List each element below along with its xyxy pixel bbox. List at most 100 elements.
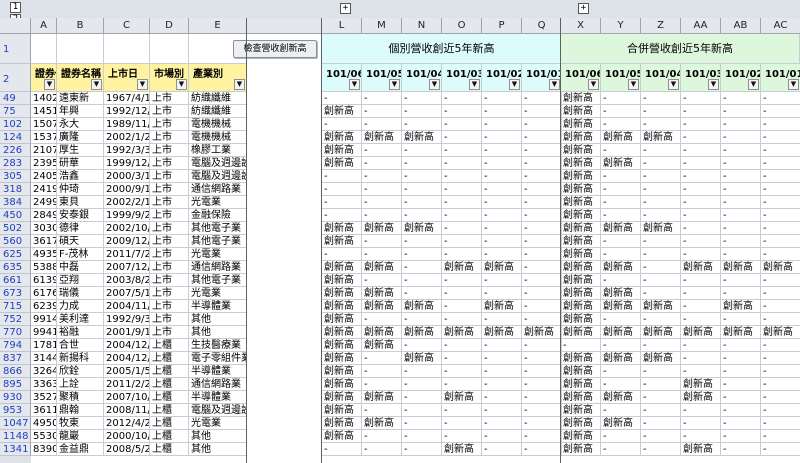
filter-dropdown-icon[interactable]: ▼ bbox=[234, 79, 245, 90]
cell-consolidated-revenue[interactable]: - bbox=[761, 118, 800, 131]
cell-industry[interactable]: 通信網路業 bbox=[189, 261, 247, 274]
cell-consolidated-revenue[interactable]: - bbox=[641, 105, 681, 118]
cell-consolidated-revenue[interactable]: 創新高 bbox=[601, 261, 641, 274]
filter-dropdown-icon[interactable]: ▼ bbox=[91, 79, 102, 90]
cell-individual-revenue[interactable]: - bbox=[402, 443, 442, 456]
cell-individual-revenue[interactable]: - bbox=[362, 352, 402, 365]
cell-individual-revenue[interactable]: - bbox=[522, 274, 562, 287]
cell-individual-revenue[interactable]: 創新高 bbox=[482, 300, 522, 313]
cell-individual-revenue[interactable]: 創新高 bbox=[362, 300, 402, 313]
cell-consolidated-revenue[interactable]: - bbox=[761, 209, 800, 222]
cell-individual-revenue[interactable]: - bbox=[402, 261, 442, 274]
column-header-X[interactable]: X bbox=[561, 18, 601, 34]
cell-individual-revenue[interactable]: - bbox=[402, 391, 442, 404]
cell-individual-revenue[interactable]: 創新高 bbox=[442, 391, 482, 404]
cell-individual-revenue[interactable]: - bbox=[362, 443, 402, 456]
cell-individual-revenue[interactable]: 創新高 bbox=[322, 430, 362, 443]
cell-name[interactable]: 鼎翰 bbox=[57, 404, 104, 417]
cell-consolidated-revenue[interactable]: - bbox=[601, 378, 641, 391]
cell-individual-revenue[interactable]: 創新高 bbox=[402, 131, 442, 144]
cell-individual-revenue[interactable]: 創新高 bbox=[322, 144, 362, 157]
cell-consolidated-revenue[interactable]: - bbox=[641, 339, 681, 352]
cell-consolidated-revenue[interactable]: - bbox=[721, 118, 761, 131]
cell-market[interactable]: 上市 bbox=[150, 326, 189, 339]
cell-date[interactable]: 2007/12/3 bbox=[104, 261, 150, 274]
cell-consolidated-revenue[interactable]: 創新高 bbox=[561, 118, 601, 131]
cell-individual-revenue[interactable]: 創新高 bbox=[322, 352, 362, 365]
column-header-AB[interactable]: AB bbox=[721, 18, 761, 34]
cell-individual-revenue[interactable]: - bbox=[402, 248, 442, 261]
cell-consolidated-revenue[interactable]: 創新高 bbox=[681, 378, 721, 391]
cell-market[interactable]: 上櫃 bbox=[150, 339, 189, 352]
cell-individual-revenue[interactable]: 創新高 bbox=[442, 261, 482, 274]
cell-individual-revenue[interactable]: - bbox=[522, 430, 562, 443]
cell-consolidated-revenue[interactable]: - bbox=[681, 430, 721, 443]
cell-individual-revenue[interactable]: - bbox=[362, 209, 402, 222]
cell-consolidated-revenue[interactable]: - bbox=[761, 157, 800, 170]
cell-individual-revenue[interactable]: - bbox=[442, 196, 482, 209]
cell-consolidated-revenue[interactable]: - bbox=[761, 235, 800, 248]
cell-industry[interactable]: 其他 bbox=[189, 430, 247, 443]
cell-consolidated-revenue[interactable]: - bbox=[761, 248, 800, 261]
cell-code[interactable]: 2419 bbox=[31, 183, 57, 196]
cell-market[interactable]: 上市 bbox=[150, 157, 189, 170]
cell-code[interactable]: 3527 bbox=[31, 391, 57, 404]
cell-consolidated-revenue[interactable]: 創新高 bbox=[561, 352, 601, 365]
cell-consolidated-revenue[interactable]: 創新高 bbox=[641, 131, 681, 144]
cell-individual-revenue[interactable]: - bbox=[482, 287, 522, 300]
cell-individual-revenue[interactable]: - bbox=[442, 157, 482, 170]
cell-date[interactable]: 1967/4/14 bbox=[104, 92, 150, 105]
cell-consolidated-revenue[interactable]: - bbox=[561, 339, 601, 352]
cell-individual-revenue[interactable]: - bbox=[322, 118, 362, 131]
column-header-Q[interactable]: Q bbox=[522, 18, 562, 34]
cell-code[interactable]: 4935 bbox=[31, 248, 57, 261]
cell-name[interactable]: 亞翔 bbox=[57, 274, 104, 287]
cell-code[interactable]: 1781 bbox=[31, 339, 57, 352]
cell-individual-revenue[interactable]: 創新高 bbox=[322, 313, 362, 326]
cell-market[interactable]: 上市 bbox=[150, 118, 189, 131]
filter-dropdown-icon[interactable]: ▼ bbox=[748, 79, 759, 90]
cell-consolidated-revenue[interactable]: 創新高 bbox=[561, 417, 601, 430]
cell-individual-revenue[interactable]: - bbox=[482, 118, 522, 131]
cell-consolidated-revenue[interactable]: - bbox=[641, 430, 681, 443]
cell-code[interactable]: 9914 bbox=[31, 313, 57, 326]
row-header[interactable]: 102 bbox=[0, 118, 31, 131]
cell-consolidated-revenue[interactable]: 創新高 bbox=[561, 430, 601, 443]
cell-name[interactable]: 合世 bbox=[57, 339, 104, 352]
cell-consolidated-revenue[interactable]: - bbox=[721, 196, 761, 209]
cell-consolidated-revenue[interactable]: 創新高 bbox=[721, 261, 761, 274]
cell-date[interactable]: 2000/3/17 bbox=[104, 170, 150, 183]
cell-name[interactable]: 瑞儀 bbox=[57, 287, 104, 300]
cell-individual-revenue[interactable]: - bbox=[522, 248, 562, 261]
cell-consolidated-revenue[interactable]: - bbox=[761, 144, 800, 157]
cell-individual-revenue[interactable]: - bbox=[362, 196, 402, 209]
cell-individual-revenue[interactable]: 創新高 bbox=[362, 417, 402, 430]
cell-individual-revenue[interactable]: - bbox=[522, 131, 562, 144]
cell-individual-revenue[interactable]: - bbox=[402, 105, 442, 118]
cell-individual-revenue[interactable]: - bbox=[482, 209, 522, 222]
cell-consolidated-revenue[interactable]: - bbox=[681, 287, 721, 300]
cell-industry[interactable]: 其他 bbox=[189, 326, 247, 339]
cell-code[interactable]: 3264 bbox=[31, 365, 57, 378]
cell-individual-revenue[interactable]: 創新高 bbox=[362, 339, 402, 352]
column-header-AC[interactable]: AC bbox=[761, 18, 800, 34]
cell-individual-revenue[interactable]: - bbox=[522, 157, 562, 170]
cell-consolidated-revenue[interactable]: - bbox=[721, 352, 761, 365]
cell-individual-revenue[interactable]: - bbox=[442, 170, 482, 183]
cell-date[interactable]: 2000/10/4 bbox=[104, 430, 150, 443]
cell-name[interactable]: 年興 bbox=[57, 105, 104, 118]
cell-consolidated-revenue[interactable]: 創新高 bbox=[601, 300, 641, 313]
cell-date[interactable]: 2011/2/25 bbox=[104, 378, 150, 391]
cell-date[interactable]: 1992/3/3 bbox=[104, 144, 150, 157]
cell-consolidated-revenue[interactable]: 創新高 bbox=[681, 443, 721, 456]
cell-consolidated-revenue[interactable]: - bbox=[681, 248, 721, 261]
cell-consolidated-revenue[interactable]: - bbox=[761, 313, 800, 326]
cell-consolidated-revenue[interactable]: - bbox=[681, 404, 721, 417]
cell-individual-revenue[interactable]: - bbox=[402, 430, 442, 443]
cell-consolidated-revenue[interactable]: - bbox=[681, 313, 721, 326]
cell-individual-revenue[interactable]: - bbox=[522, 222, 562, 235]
column-header-N[interactable]: N bbox=[402, 18, 442, 34]
cell-individual-revenue[interactable]: - bbox=[482, 131, 522, 144]
cell-consolidated-revenue[interactable]: - bbox=[641, 248, 681, 261]
row-header[interactable]: 930 bbox=[0, 391, 31, 404]
